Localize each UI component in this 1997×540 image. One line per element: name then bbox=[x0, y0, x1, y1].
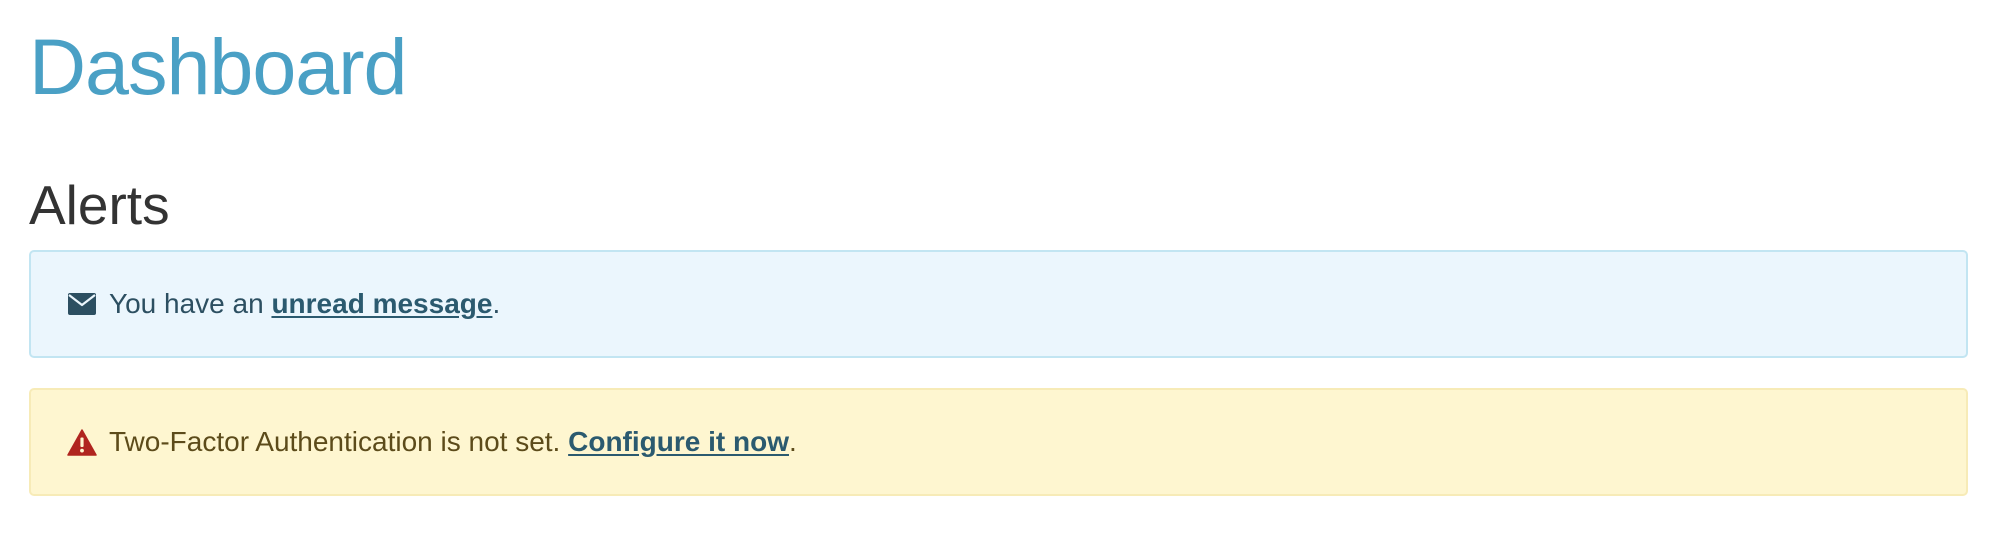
configure-two-factor-link[interactable]: Configure it now bbox=[568, 426, 789, 457]
two-factor-alert: Two-Factor Authentication is not set. Co… bbox=[29, 388, 1968, 496]
envelope-icon bbox=[67, 289, 97, 319]
alerts-heading: Alerts bbox=[29, 174, 170, 236]
two-factor-text: Two-Factor Authentication is not set. Co… bbox=[109, 425, 797, 459]
unread-message-alert: You have an unread message. bbox=[29, 250, 1968, 358]
warning-triangle-icon bbox=[67, 427, 97, 457]
unread-message-suffix: . bbox=[492, 288, 501, 319]
dashboard-page: Dashboard Alerts You have an unread mess… bbox=[0, 0, 1997, 540]
page-title: Dashboard bbox=[29, 22, 407, 111]
two-factor-prefix: Two-Factor Authentication is not set. bbox=[109, 426, 569, 457]
unread-message-prefix: You have an bbox=[109, 288, 272, 319]
unread-message-link[interactable]: unread message bbox=[271, 288, 492, 319]
unread-message-text: You have an unread message. bbox=[109, 287, 500, 321]
two-factor-suffix: . bbox=[788, 426, 797, 457]
